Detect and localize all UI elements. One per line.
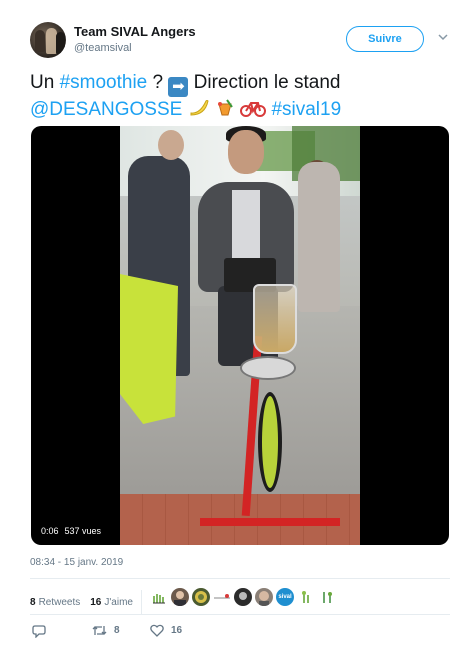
tropical-drink-emoji-icon	[217, 99, 233, 116]
chevron-down-icon[interactable]	[438, 32, 448, 42]
tweet-text-part: Un	[30, 72, 60, 93]
profile-avatar[interactable]	[30, 22, 66, 58]
tweet-actions: 8 16	[30, 624, 230, 640]
engagement-stats: 8 Retweets 16 J'aime	[30, 590, 142, 614]
hashtag-link[interactable]: #sival19	[271, 99, 341, 120]
bicycle-emoji-icon	[240, 102, 267, 117]
video-views: 537 vues	[64, 526, 102, 536]
like-count: 16	[171, 625, 183, 636]
retweet-count: 8	[114, 625, 120, 636]
tweet-text-part: ?	[147, 72, 169, 93]
retweet-button[interactable]: 8	[92, 624, 120, 637]
retweets-count: 8	[30, 596, 36, 608]
hashtag-link[interactable]: #smoothie	[60, 72, 148, 93]
likes-count: 16	[90, 596, 102, 608]
plant-logo-avatar[interactable]	[150, 588, 168, 606]
plant-logo-avatar-2[interactable]	[297, 588, 315, 606]
video-player[interactable]: 0:06 537 vues	[31, 126, 449, 545]
face-avatar[interactable]	[255, 588, 273, 606]
follow-button[interactable]: Suivre	[346, 26, 424, 52]
text-logo-avatar[interactable]	[213, 588, 231, 606]
video-info-badge: 0:06 537 vues	[37, 523, 106, 539]
plant-logo-avatar-3[interactable]	[318, 588, 336, 606]
reply-button[interactable]	[32, 624, 46, 638]
stats-separator	[140, 590, 142, 614]
retweets-stat[interactable]: 8 Retweets	[30, 597, 80, 608]
divider	[30, 614, 450, 615]
divider	[30, 578, 450, 579]
banana-emoji-icon	[190, 100, 209, 116]
likes-stat[interactable]: 16 J'aime	[90, 597, 133, 608]
retweets-label: Retweets	[38, 596, 81, 608]
account-name[interactable]: Team SIVAL Angers	[74, 24, 196, 39]
tweet-timestamp[interactable]: 08:34 - 15 janv. 2019	[30, 557, 123, 568]
account-handle[interactable]: @teamsival	[74, 42, 132, 54]
mention-link[interactable]: @DESANGOSSE	[30, 99, 182, 120]
man-avatar[interactable]	[171, 588, 189, 606]
sival-avatar[interactable]: sival	[276, 588, 294, 606]
heart-icon	[150, 624, 164, 637]
likes-label: J'aime	[104, 596, 133, 608]
reply-icon	[32, 625, 46, 638]
video-duration: 0:06	[41, 526, 59, 536]
dark-avatar[interactable]	[234, 588, 252, 606]
badge-avatar[interactable]	[192, 588, 210, 606]
tweet-text-part: Direction le stand	[188, 72, 341, 93]
video-frame	[120, 126, 360, 545]
right-arrow-emoji-icon: ➡	[168, 77, 189, 97]
tweet-card: Team SIVAL Angers @teamsival Suivre Un #…	[0, 0, 470, 645]
like-button[interactable]: 16	[150, 624, 182, 637]
likers-list: sival	[150, 587, 336, 607]
retweet-icon	[92, 626, 107, 635]
sival-avatar-label: sival	[278, 594, 292, 600]
tweet-text: Un #smoothie ? ➡ Direction le stand @DES…	[30, 70, 450, 122]
